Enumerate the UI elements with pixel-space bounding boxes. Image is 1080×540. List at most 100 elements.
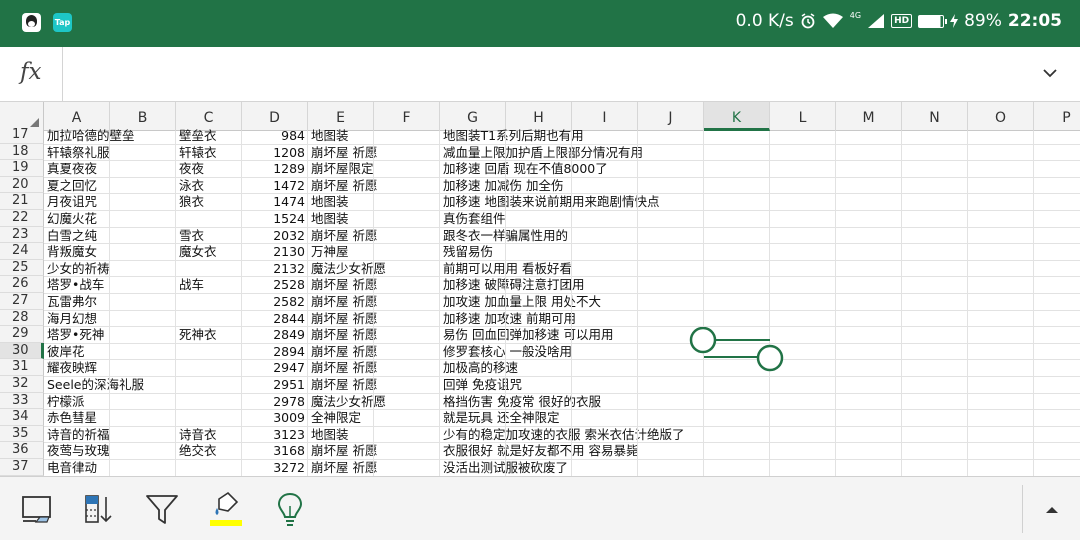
cell-d[interactable]: 2528 xyxy=(242,277,305,292)
row-header[interactable]: 17 xyxy=(0,127,44,144)
cell-g[interactable]: 加移速 回盾 现在不值8000了 xyxy=(443,161,608,176)
cell-g[interactable]: 加移速 加攻速 前期可用 xyxy=(443,311,576,326)
column-header-n[interactable]: N xyxy=(902,102,968,131)
row-header[interactable]: 25 xyxy=(0,259,44,277)
cell-a[interactable]: 夜莺与玫瑰 xyxy=(47,443,110,458)
cell-g[interactable]: 回弹 免疫诅咒 xyxy=(443,377,522,392)
cell-a[interactable]: 夏之回忆 xyxy=(47,178,97,193)
row-header[interactable]: 34 xyxy=(0,409,44,426)
row-header[interactable]: 30 xyxy=(0,342,44,360)
cell-a[interactable]: 少女的祈祷 xyxy=(47,261,110,276)
cell-d[interactable]: 2894 xyxy=(242,344,305,359)
column-header-j[interactable]: J xyxy=(638,102,704,131)
cell-d[interactable]: 2844 xyxy=(242,311,305,326)
cell-e[interactable]: 地图装 xyxy=(311,128,349,143)
column-header-c[interactable]: C xyxy=(176,102,242,131)
column-header-i[interactable]: I xyxy=(572,102,638,131)
column-header-p[interactable]: P xyxy=(1034,102,1080,131)
row-header[interactable]: 32 xyxy=(0,376,44,393)
cell-e[interactable]: 地图装 xyxy=(311,194,349,209)
cell-d[interactable]: 2132 xyxy=(242,261,305,276)
cell-a[interactable]: 彼岸花 xyxy=(47,344,85,359)
cell-d[interactable]: 3009 xyxy=(242,410,305,425)
cell-e[interactable]: 崩坏屋 祈愿 xyxy=(311,443,377,458)
cell-e[interactable]: 崩坏屋 祈愿 xyxy=(311,344,377,359)
cell-d[interactable]: 1472 xyxy=(242,178,305,193)
cell-a[interactable]: 瓦雷弗尔 xyxy=(47,294,97,309)
cell-d[interactable]: 2849 xyxy=(242,327,305,342)
ideas-bulb-icon[interactable] xyxy=(270,489,310,529)
row-header[interactable]: 19 xyxy=(0,160,44,177)
cell-e[interactable]: 全神限定 xyxy=(311,410,361,425)
cell-c[interactable]: 绝交衣 xyxy=(179,443,217,458)
cell-e[interactable]: 崩坏屋 祈愿 xyxy=(311,178,377,193)
column-header-b[interactable]: B xyxy=(110,102,176,131)
cell-a[interactable]: 幻魔火花 xyxy=(47,211,97,226)
cell-d[interactable]: 1524 xyxy=(242,211,305,226)
column-header-k[interactable]: K xyxy=(704,102,770,131)
cell-g[interactable]: 前期可以用用 看板好看 xyxy=(443,261,572,276)
row-header[interactable]: 37 xyxy=(0,459,44,476)
cell-d[interactable]: 2951 xyxy=(242,377,305,392)
column-header-a[interactable]: A xyxy=(44,102,110,131)
fx-icon[interactable]: fx xyxy=(20,59,41,85)
cell-a[interactable]: 加拉哈德的壁垒 xyxy=(47,128,135,143)
cell-a[interactable]: 白雪之纯 xyxy=(47,228,97,243)
row-header[interactable]: 18 xyxy=(0,143,44,161)
row-header[interactable]: 21 xyxy=(0,193,44,210)
cell-e[interactable]: 崩坏屋限定 xyxy=(311,161,374,176)
cell-a[interactable]: 耀夜映辉 xyxy=(47,360,97,375)
cell-d[interactable]: 3123 xyxy=(242,427,305,442)
column-header-d[interactable]: D xyxy=(242,102,308,131)
cell-c[interactable]: 泳衣 xyxy=(179,178,204,193)
cell-c[interactable]: 轩辕衣 xyxy=(179,145,217,160)
cell-a[interactable]: 背叛魔女 xyxy=(47,244,97,259)
cell-e[interactable]: 崩坏屋 祈愿 xyxy=(311,228,377,243)
cell-g[interactable]: 加极高的移速 xyxy=(443,360,518,375)
cell-d[interactable]: 2947 xyxy=(242,360,305,375)
row-header[interactable]: 31 xyxy=(0,359,44,376)
cell-g[interactable]: 减血量上限加护盾上限部分情况有用 xyxy=(443,145,643,160)
cell-a[interactable]: 诗音的祈福 xyxy=(47,427,110,442)
row-header[interactable]: 20 xyxy=(0,176,44,194)
row-header[interactable]: 33 xyxy=(0,392,44,410)
column-header-f[interactable]: F xyxy=(374,102,440,131)
cell-a[interactable]: 轩辕祭礼服 xyxy=(47,145,110,160)
chevron-down-icon[interactable] xyxy=(1040,63,1060,83)
select-mode-icon[interactable] xyxy=(16,489,56,529)
cell-a[interactable]: 真夏夜夜 xyxy=(47,161,97,176)
expand-up-icon[interactable] xyxy=(1040,499,1064,519)
cell-a[interactable]: 塔罗•死神 xyxy=(47,327,104,342)
column-header-o[interactable]: O xyxy=(968,102,1034,131)
row-header[interactable]: 23 xyxy=(0,226,44,244)
formula-input[interactable] xyxy=(72,47,1012,102)
cell-g[interactable]: 加攻速 加血量上限 用处不大 xyxy=(443,294,601,309)
column-header-g[interactable]: G xyxy=(440,102,506,131)
cell-g[interactable]: 就是玩具 还全神限定 xyxy=(443,410,559,425)
row-header[interactable]: 22 xyxy=(0,210,44,227)
column-header-l[interactable]: L xyxy=(770,102,836,131)
cell-g[interactable]: 加移速 破障碍注意打团用 xyxy=(443,277,584,292)
cell-e[interactable]: 万神屋 xyxy=(311,244,349,259)
cell-g[interactable]: 加移速 加减伤 加全伤 xyxy=(443,178,563,193)
cell-e[interactable]: 崩坏屋 祈愿 xyxy=(311,377,377,392)
cell-d[interactable]: 2582 xyxy=(242,294,305,309)
cell-c[interactable]: 死神衣 xyxy=(179,327,217,342)
column-header-m[interactable]: M xyxy=(836,102,902,131)
row-header[interactable]: 29 xyxy=(0,326,44,343)
column-header-h[interactable]: H xyxy=(506,102,572,131)
cell-d[interactable]: 3272 xyxy=(242,460,305,475)
cell-d[interactable]: 3168 xyxy=(242,443,305,458)
cell-g[interactable]: 真伤套组件 xyxy=(443,211,506,226)
cell-c[interactable]: 壁垒衣 xyxy=(179,128,217,143)
cell-d[interactable]: 1289 xyxy=(242,161,305,176)
cell-c[interactable]: 夜夜 xyxy=(179,161,204,176)
cell-e[interactable]: 地图装 xyxy=(311,427,349,442)
filter-icon[interactable] xyxy=(142,489,182,529)
cell-a[interactable]: 电音律动 xyxy=(47,460,97,475)
cell-e[interactable]: 崩坏屋 祈愿 xyxy=(311,277,377,292)
column-header-e[interactable]: E xyxy=(308,102,374,131)
cell-g[interactable]: 少有的稳定加攻速的衣服 索米衣估计绝版了 xyxy=(443,427,684,442)
selection-handles[interactable] xyxy=(688,327,788,377)
cell-e[interactable]: 地图装 xyxy=(311,211,349,226)
